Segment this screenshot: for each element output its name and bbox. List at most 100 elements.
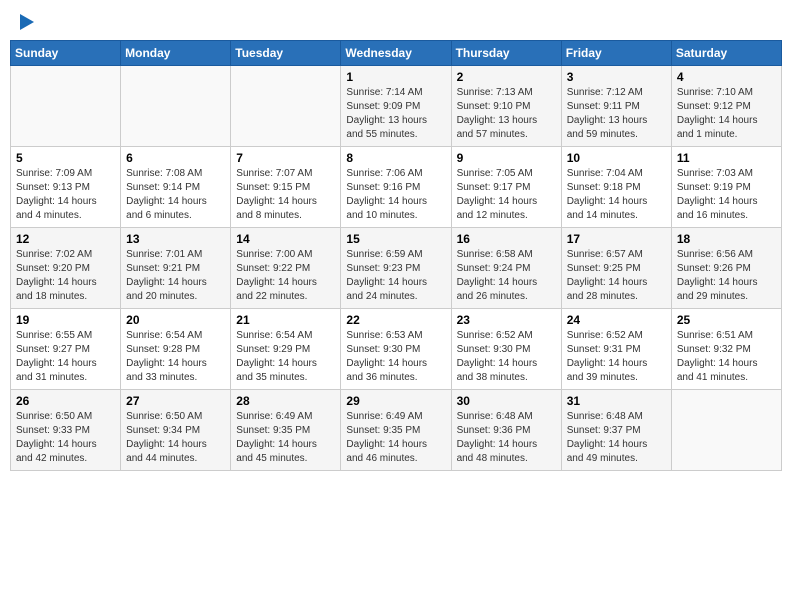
day-info: Sunrise: 7:08 AM Sunset: 9:14 PM Dayligh… [126,167,225,223]
day-info: Sunrise: 6:52 AM Sunset: 9:30 PM Dayligh… [457,329,556,385]
day-number: 31 [567,394,666,408]
calendar-cell: 12Sunrise: 7:02 AM Sunset: 9:20 PM Dayli… [11,228,121,309]
day-number: 18 [677,232,776,246]
day-number: 5 [16,151,115,165]
day-info: Sunrise: 7:04 AM Sunset: 9:18 PM Dayligh… [567,167,666,223]
day-number: 30 [457,394,556,408]
day-number: 7 [236,151,335,165]
calendar-cell: 13 Sunrise: 7:01 AM Sunset: 9:21 PM Dayli… [121,228,231,309]
day-number: 6 [126,151,225,165]
calendar-cell: 14 Sunrise: 7:00 AM Sunset: 9:22 PM Dayli… [231,228,341,309]
day-info: Sunrise: 6:50 AM Sunset: 9:34 PM Dayligh… [126,410,225,466]
calendar-cell: 1 Sunrise: 7:14 AM Sunset: 9:09 PM Daylig… [341,66,451,147]
day-info: Sunrise: 7:07 AM Sunset: 9:15 PM Dayligh… [236,167,335,223]
day-number: 23 [457,313,556,327]
day-info: Sunrise: 6:54 AM Sunset: 9:29 PM Dayligh… [236,329,335,385]
day-number: 4 [677,70,776,84]
day-info: Sunrise: 7:09 AM Sunset: 9:13 PM Dayligh… [16,167,115,223]
weekday-header-wednesday: Wednesday [341,41,451,66]
day-info: Sunrise: 7:05 AM Sunset: 9:17 PM Dayligh… [457,167,556,223]
day-info: Sunrise: 6:49 AM Sunset: 9:35 PM Dayligh… [346,410,445,466]
day-number: 27 [126,394,225,408]
calendar-cell: 18 Sunrise: 6:56 AM Sunset: 9:26 PM Dayli… [671,228,781,309]
calendar-cell: 31Sunrise: 6:48 AM Sunset: 9:37 PM Dayli… [561,390,671,471]
day-info: Sunrise: 6:57 AM Sunset: 9:25 PM Dayligh… [567,248,666,304]
weekday-header-friday: Friday [561,41,671,66]
day-info: Sunrise: 6:58 AM Sunset: 9:24 PM Dayligh… [457,248,556,304]
calendar-cell: 26 Sunrise: 6:50 AM Sunset: 9:33 PM Dayli… [11,390,121,471]
calendar-week-2: 5 Sunrise: 7:09 AM Sunset: 9:13 PM Daylig… [11,147,782,228]
day-info: Sunrise: 6:48 AM Sunset: 9:36 PM Dayligh… [457,410,556,466]
day-info: Sunrise: 7:12 AM Sunset: 9:11 PM Dayligh… [567,86,666,142]
calendar-cell: 30 Sunrise: 6:48 AM Sunset: 9:36 PM Dayli… [451,390,561,471]
calendar-cell: 7 Sunrise: 7:07 AM Sunset: 9:15 PM Daylig… [231,147,341,228]
calendar-cell: 29 Sunrise: 6:49 AM Sunset: 9:35 PM Dayli… [341,390,451,471]
calendar-cell: 16Sunrise: 6:58 AM Sunset: 9:24 PM Dayli… [451,228,561,309]
weekday-header-sunday: Sunday [11,41,121,66]
calendar-cell: 11 Sunrise: 7:03 AM Sunset: 9:19 PM Dayli… [671,147,781,228]
calendar-week-3: 12Sunrise: 7:02 AM Sunset: 9:20 PM Dayli… [11,228,782,309]
day-number: 10 [567,151,666,165]
day-info: Sunrise: 6:55 AM Sunset: 9:27 PM Dayligh… [16,329,115,385]
calendar-cell: 2 Sunrise: 7:13 AM Sunset: 9:10 PM Daylig… [451,66,561,147]
calendar-cell: 25 Sunrise: 6:51 AM Sunset: 9:32 PM Dayli… [671,309,781,390]
day-number: 1 [346,70,445,84]
calendar-week-1: 1 Sunrise: 7:14 AM Sunset: 9:09 PM Daylig… [11,66,782,147]
day-info: Sunrise: 6:56 AM Sunset: 9:26 PM Dayligh… [677,248,776,304]
day-info: Sunrise: 6:51 AM Sunset: 9:32 PM Dayligh… [677,329,776,385]
day-info: Sunrise: 7:03 AM Sunset: 9:19 PM Dayligh… [677,167,776,223]
calendar-cell: 15 Sunrise: 6:59 AM Sunset: 9:23 PM Dayli… [341,228,451,309]
calendar-cell [11,66,121,147]
weekday-header-saturday: Saturday [671,41,781,66]
calendar-cell: 24 Sunrise: 6:52 AM Sunset: 9:31 PM Dayli… [561,309,671,390]
day-info: Sunrise: 7:01 AM Sunset: 9:21 PM Dayligh… [126,248,225,304]
calendar-cell: 5 Sunrise: 7:09 AM Sunset: 9:13 PM Daylig… [11,147,121,228]
day-number: 8 [346,151,445,165]
calendar-cell [121,66,231,147]
calendar-cell: 23 Sunrise: 6:52 AM Sunset: 9:30 PM Dayli… [451,309,561,390]
calendar-header-row: SundayMondayTuesdayWednesdayThursdayFrid… [11,41,782,66]
day-info: Sunrise: 7:02 AM Sunset: 9:20 PM Dayligh… [16,248,115,304]
day-number: 13 [126,232,225,246]
day-number: 25 [677,313,776,327]
logo [18,14,34,30]
day-number: 11 [677,151,776,165]
day-number: 9 [457,151,556,165]
calendar-cell: 22 Sunrise: 6:53 AM Sunset: 9:30 PM Dayli… [341,309,451,390]
day-number: 29 [346,394,445,408]
calendar-table: SundayMondayTuesdayWednesdayThursdayFrid… [10,40,782,471]
day-info: Sunrise: 6:50 AM Sunset: 9:33 PM Dayligh… [16,410,115,466]
calendar-week-5: 26 Sunrise: 6:50 AM Sunset: 9:33 PM Dayli… [11,390,782,471]
day-info: Sunrise: 7:00 AM Sunset: 9:22 PM Dayligh… [236,248,335,304]
day-number: 22 [346,313,445,327]
day-number: 24 [567,313,666,327]
day-info: Sunrise: 7:13 AM Sunset: 9:10 PM Dayligh… [457,86,556,142]
calendar-cell: 20Sunrise: 6:54 AM Sunset: 9:28 PM Dayli… [121,309,231,390]
day-number: 17 [567,232,666,246]
day-info: Sunrise: 6:52 AM Sunset: 9:31 PM Dayligh… [567,329,666,385]
day-info: Sunrise: 6:53 AM Sunset: 9:30 PM Dayligh… [346,329,445,385]
day-info: Sunrise: 6:59 AM Sunset: 9:23 PM Dayligh… [346,248,445,304]
day-number: 14 [236,232,335,246]
day-info: Sunrise: 7:06 AM Sunset: 9:16 PM Dayligh… [346,167,445,223]
day-number: 3 [567,70,666,84]
day-info: Sunrise: 7:14 AM Sunset: 9:09 PM Dayligh… [346,86,445,142]
calendar-cell: 17 Sunrise: 6:57 AM Sunset: 9:25 PM Dayli… [561,228,671,309]
calendar-cell [671,390,781,471]
calendar-week-4: 19Sunrise: 6:55 AM Sunset: 9:27 PM Dayli… [11,309,782,390]
calendar-cell: 28Sunrise: 6:49 AM Sunset: 9:35 PM Dayli… [231,390,341,471]
day-number: 20 [126,313,225,327]
day-info: Sunrise: 6:49 AM Sunset: 9:35 PM Dayligh… [236,410,335,466]
day-number: 15 [346,232,445,246]
calendar-cell: 4 Sunrise: 7:10 AM Sunset: 9:12 PM Daylig… [671,66,781,147]
calendar-cell: 8 Sunrise: 7:06 AM Sunset: 9:16 PM Daylig… [341,147,451,228]
calendar-cell: 9 Sunrise: 7:05 AM Sunset: 9:17 PM Daylig… [451,147,561,228]
day-info: Sunrise: 7:10 AM Sunset: 9:12 PM Dayligh… [677,86,776,142]
page-header [10,10,782,34]
weekday-header-tuesday: Tuesday [231,41,341,66]
calendar-cell: 6 Sunrise: 7:08 AM Sunset: 9:14 PM Daylig… [121,147,231,228]
weekday-header-thursday: Thursday [451,41,561,66]
day-number: 26 [16,394,115,408]
calendar-body: 1 Sunrise: 7:14 AM Sunset: 9:09 PM Daylig… [11,66,782,471]
day-number: 2 [457,70,556,84]
